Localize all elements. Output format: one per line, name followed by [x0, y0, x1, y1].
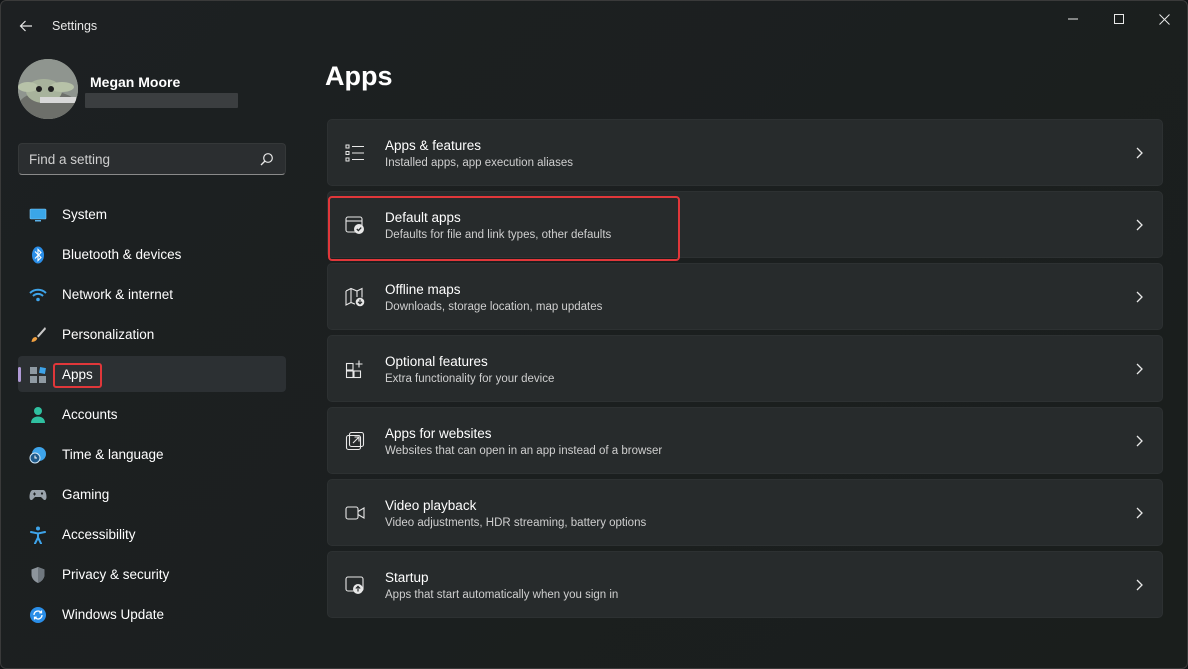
sidebar-item-label: Bluetooth & devices [62, 247, 182, 262]
back-arrow-icon [19, 20, 32, 32]
minimize-icon [1068, 18, 1078, 20]
sidebar-nav: System Bluetooth & devices Network & int… [18, 196, 286, 636]
card-default-apps[interactable]: Default apps Defaults for file and link … [327, 191, 1163, 261]
sidebar-item-time-language[interactable]: Time & language [18, 436, 286, 472]
card-subtitle: Defaults for file and link types, other … [385, 229, 612, 241]
close-button[interactable] [1141, 6, 1187, 32]
close-icon [1158, 13, 1170, 25]
sidebar-item-personalization[interactable]: Personalization [18, 316, 286, 352]
chevron-right-icon [1136, 219, 1143, 231]
avatar[interactable] [18, 59, 78, 119]
chevron-right-icon [1136, 507, 1143, 519]
sidebar-item-label: Gaming [62, 487, 110, 502]
sidebar-item-accounts[interactable]: Accounts [18, 396, 286, 432]
wifi-icon [29, 286, 47, 304]
card-subtitle: Apps that start automatically when you s… [385, 589, 619, 601]
sidebar-item-label: Accounts [62, 407, 118, 422]
shield-icon [29, 566, 47, 584]
sidebar-item-label: Accessibility [62, 527, 136, 542]
card-apps-features[interactable]: Apps & features Installed apps, app exec… [327, 119, 1163, 186]
highlight-box [53, 363, 102, 388]
user-name: Megan Moore [90, 74, 181, 90]
card-apps-for-websites[interactable]: Apps for websites Websites that can open… [327, 407, 1163, 474]
accessibility-icon [29, 526, 47, 544]
card-subtitle: Installed apps, app execution aliases [385, 157, 573, 169]
maximize-icon [1114, 14, 1124, 24]
window-title: Settings [52, 19, 98, 33]
sidebar-item-windows-update[interactable]: Windows Update [18, 596, 286, 632]
monitor-icon [29, 206, 47, 224]
sidebar-item-apps[interactable]: Apps [18, 356, 286, 392]
card-subtitle: Downloads, storage location, map updates [385, 301, 603, 313]
card-optional-features[interactable]: Optional features Extra functionality fo… [327, 335, 1163, 402]
card-title: Apps & features [385, 138, 482, 153]
sidebar-item-label: Windows Update [62, 607, 165, 622]
card-title: Offline maps [385, 282, 461, 297]
minimize-button[interactable] [1050, 6, 1096, 32]
title-bar: Settings [1, 1, 1187, 51]
sidebar-item-label: Privacy & security [62, 567, 170, 582]
maximize-button[interactable] [1096, 6, 1142, 32]
search-box[interactable] [18, 143, 286, 175]
card-subtitle: Extra functionality for your device [385, 373, 555, 385]
search-icon[interactable] [260, 152, 274, 166]
card-subtitle: Video adjustments, HDR streaming, batter… [385, 517, 647, 529]
sidebar-item-label: Time & language [62, 447, 164, 462]
user-email-redacted [85, 93, 238, 108]
card-title: Optional features [385, 354, 488, 369]
page-title: Apps [325, 61, 393, 91]
sidebar-item-bluetooth[interactable]: Bluetooth & devices [18, 236, 286, 272]
update-icon [29, 606, 47, 624]
brush-icon [29, 326, 47, 344]
card-title: Default apps [385, 210, 461, 225]
card-startup[interactable]: Startup Apps that start automatically wh… [327, 551, 1163, 618]
clock-globe-icon [29, 446, 47, 464]
video-icon [345, 506, 365, 520]
grid-plus-icon [345, 360, 363, 379]
card-title: Apps for websites [385, 426, 492, 441]
chevron-right-icon [1136, 579, 1143, 591]
list-icon [345, 144, 364, 162]
card-offline-maps[interactable]: Offline maps Downloads, storage location… [327, 263, 1163, 330]
card-video-playback[interactable]: Video playback Video adjustments, HDR st… [327, 479, 1163, 546]
search-input[interactable] [29, 144, 249, 174]
gamepad-icon [29, 486, 47, 504]
settings-window: Settings Megan Moore Find a setting Syst… [0, 0, 1188, 669]
avatar-image-icon [18, 59, 78, 119]
card-title: Video playback [385, 498, 477, 513]
default-apps-icon [345, 216, 364, 234]
chevron-right-icon [1136, 291, 1143, 303]
sidebar-item-label: System [62, 207, 108, 222]
chevron-right-icon [1136, 363, 1143, 375]
sidebar-item-privacy-security[interactable]: Privacy & security [18, 556, 286, 592]
sidebar-item-system[interactable]: System [18, 196, 286, 232]
apps-icon [29, 366, 47, 384]
back-button[interactable] [15, 15, 37, 37]
sidebar-item-label: Personalization [62, 327, 155, 342]
sidebar-item-network[interactable]: Network & internet [18, 276, 286, 312]
sidebar-item-label: Network & internet [62, 287, 174, 302]
card-title: Startup [385, 570, 429, 585]
card-subtitle: Websites that can open in an app instead… [385, 445, 663, 457]
sidebar-item-accessibility[interactable]: Accessibility [18, 516, 286, 552]
map-icon [345, 287, 365, 307]
person-icon [29, 406, 47, 424]
open-external-icon [345, 431, 365, 451]
chevron-right-icon [1136, 435, 1143, 447]
sidebar-item-gaming[interactable]: Gaming [18, 476, 286, 512]
settings-card-list: Apps & features Installed apps, app exec… [327, 119, 1163, 623]
selection-indicator [18, 367, 21, 382]
bluetooth-icon [29, 246, 47, 264]
startup-icon [345, 576, 364, 594]
chevron-right-icon [1136, 147, 1143, 159]
